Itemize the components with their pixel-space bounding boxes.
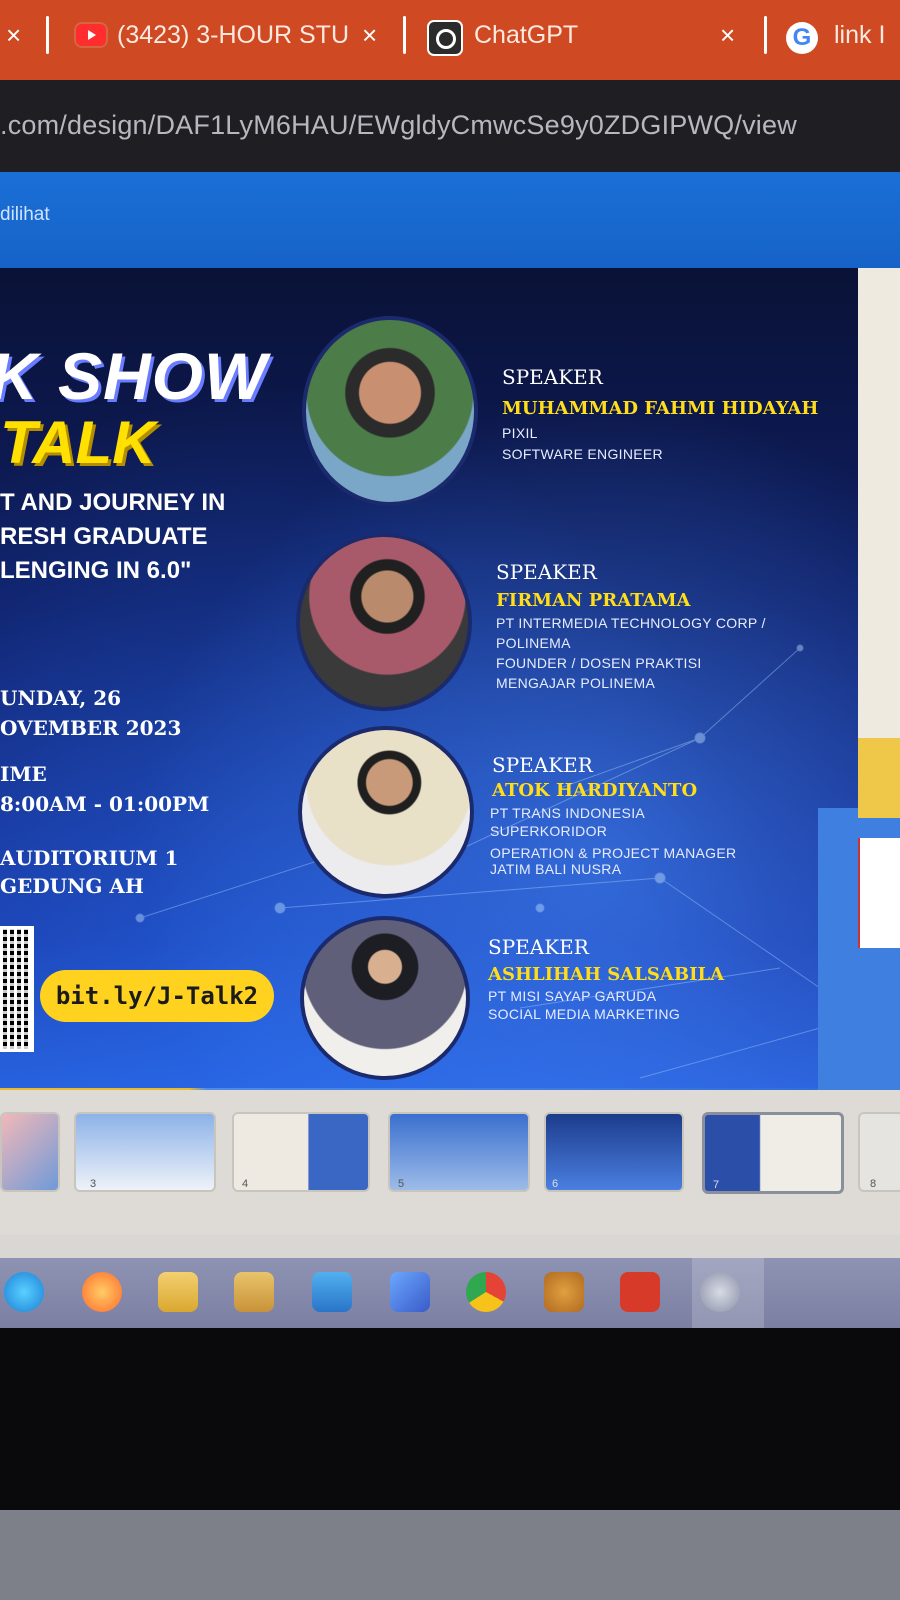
speaker-photo: [296, 533, 472, 711]
youtube-icon: [76, 24, 106, 46]
speaker-detail: FOUNDER / DOSEN PRAKTISI: [496, 655, 702, 671]
poster-title-line2: TALK: [0, 409, 156, 476]
mail-icon[interactable]: [312, 1272, 352, 1312]
view-status-text: dilihat: [0, 204, 50, 225]
speaker-name: FIRMAN PRATAMA: [496, 590, 691, 611]
close-tab-icon[interactable]: ×: [720, 20, 735, 51]
speaker-photo: [298, 726, 474, 898]
speaker-label: SPEAKER: [496, 560, 597, 584]
pdf-icon[interactable]: [620, 1272, 660, 1312]
poster-subtitle: T AND JOURNEY IN RESH GRADUATE LENGING I…: [0, 486, 225, 588]
page-number: 8: [870, 1178, 877, 1190]
firefox-icon[interactable]: [82, 1272, 122, 1312]
canva-view-bar: dilihat: [0, 172, 900, 268]
speaker-photo: [302, 316, 478, 506]
qr-code: [0, 926, 34, 1052]
poster-title-line1: K SHOW: [0, 339, 268, 413]
page-thumbnail[interactable]: 4: [232, 1112, 370, 1192]
subtitle-line: LENGING IN 6.0": [0, 557, 192, 584]
event-venue-line1: AUDITORIUM 1: [0, 846, 179, 870]
event-venue-line2: GEDUNG AH: [0, 874, 144, 898]
desk-surface: [0, 1510, 900, 1600]
speaker-photo: [300, 916, 470, 1080]
speaker-name: ASHLIHAH SALSABILA: [488, 964, 725, 985]
chrome-icon[interactable]: [466, 1272, 506, 1312]
page-thumbnail[interactable]: 3: [74, 1112, 216, 1192]
speaker-name: ATOK HARDIYANTO: [492, 780, 698, 801]
edge-icon[interactable]: [4, 1272, 44, 1312]
subtitle-line: RESH GRADUATE: [0, 523, 208, 550]
tab-separator: [46, 16, 49, 54]
speaker-detail: POLINEMA: [496, 635, 571, 651]
store-icon[interactable]: [234, 1272, 274, 1312]
speaker-detail: PT INTERMEDIA TECHNOLOGY CORP /: [496, 615, 766, 631]
app-icon[interactable]: [544, 1272, 584, 1312]
speaker-detail: OPERATION & PROJECT MANAGER: [490, 845, 737, 861]
next-page-yellow-block: [858, 738, 900, 818]
page-number: 6: [552, 1178, 559, 1190]
page-number: 5: [398, 1178, 405, 1190]
address-bar[interactable]: .com/design/DAF1LyM6HAU/EWgldyCmwcSe9y0Z…: [0, 80, 900, 172]
speaker-detail: SOFTWARE ENGINEER: [502, 446, 663, 462]
speaker-detail: SUPERKORIDOR: [490, 823, 608, 839]
next-page-card: [858, 838, 900, 948]
monitor-bezel: [0, 1328, 900, 1518]
tab-label: (3423) 3-HOUR STU: [117, 21, 349, 49]
page-number: 4: [242, 1178, 249, 1190]
speaker-detail: PT MISI SAYAP GARUDA: [488, 988, 657, 1004]
vscode-icon[interactable]: [390, 1272, 430, 1312]
active-app-icon[interactable]: [700, 1272, 740, 1312]
registration-link: bit.ly/J-Talk2: [40, 970, 274, 1022]
page-thumbnail[interactable]: 8: [858, 1112, 900, 1192]
tab-label: ChatGPT: [474, 21, 579, 49]
browser-tab-bar: × (3423) 3-HOUR STU × ChatGPT × G link I: [0, 0, 900, 80]
event-time-label: IME: [0, 762, 47, 786]
page-thumbnail-selected[interactable]: 7: [702, 1112, 844, 1194]
screen-photo: × (3423) 3-HOUR STU × ChatGPT × G link I…: [0, 0, 900, 1600]
poster-canvas[interactable]: K SHOW TALK T AND JOURNEY IN RESH GRADUA…: [0, 268, 860, 1118]
chatgpt-icon: [427, 20, 463, 56]
os-taskbar: [0, 1258, 900, 1328]
url-text[interactable]: .com/design/DAF1LyM6HAU/EWgldyCmwcSe9y0Z…: [0, 110, 797, 141]
google-icon: G: [786, 22, 818, 54]
close-tab-icon[interactable]: ×: [6, 20, 21, 51]
page-thumbnail[interactable]: 6: [544, 1112, 684, 1192]
file-explorer-icon[interactable]: [158, 1272, 198, 1312]
speaker-label: SPEAKER: [492, 753, 593, 777]
tab-label: link I: [834, 21, 886, 49]
subtitle-line: T AND JOURNEY IN: [0, 489, 226, 516]
page-thumbnail[interactable]: 5: [388, 1112, 530, 1192]
event-time-value: 8:00AM - 01:00PM: [0, 792, 210, 816]
speaker-name: MUHAMMAD FAHMI HIDAYAH: [502, 398, 819, 419]
page-thumbnail[interactable]: [0, 1112, 60, 1192]
speaker-label: SPEAKER: [502, 365, 603, 389]
tab-separator: [403, 16, 406, 54]
page-number: 7: [713, 1179, 720, 1191]
speaker-detail: SOCIAL MEDIA MARKETING: [488, 1006, 681, 1022]
speaker-detail: PIXIL: [502, 425, 538, 441]
speaker-detail: PT TRANS INDONESIA: [490, 805, 646, 821]
speaker-detail: JATIM BALI NUSRA: [490, 861, 622, 877]
speaker-detail: MENGAJAR POLINEMA: [496, 675, 656, 691]
page-number: 3: [90, 1178, 97, 1190]
event-date-line1: UNDAY, 26: [0, 686, 122, 710]
tab-separator: [764, 16, 767, 54]
close-tab-icon[interactable]: ×: [362, 20, 377, 51]
page-thumbnails: 3 4 5 6 7 8: [0, 1090, 900, 1235]
speaker-label: SPEAKER: [488, 935, 589, 959]
event-date-line2: OVEMBER 2023: [0, 716, 182, 740]
